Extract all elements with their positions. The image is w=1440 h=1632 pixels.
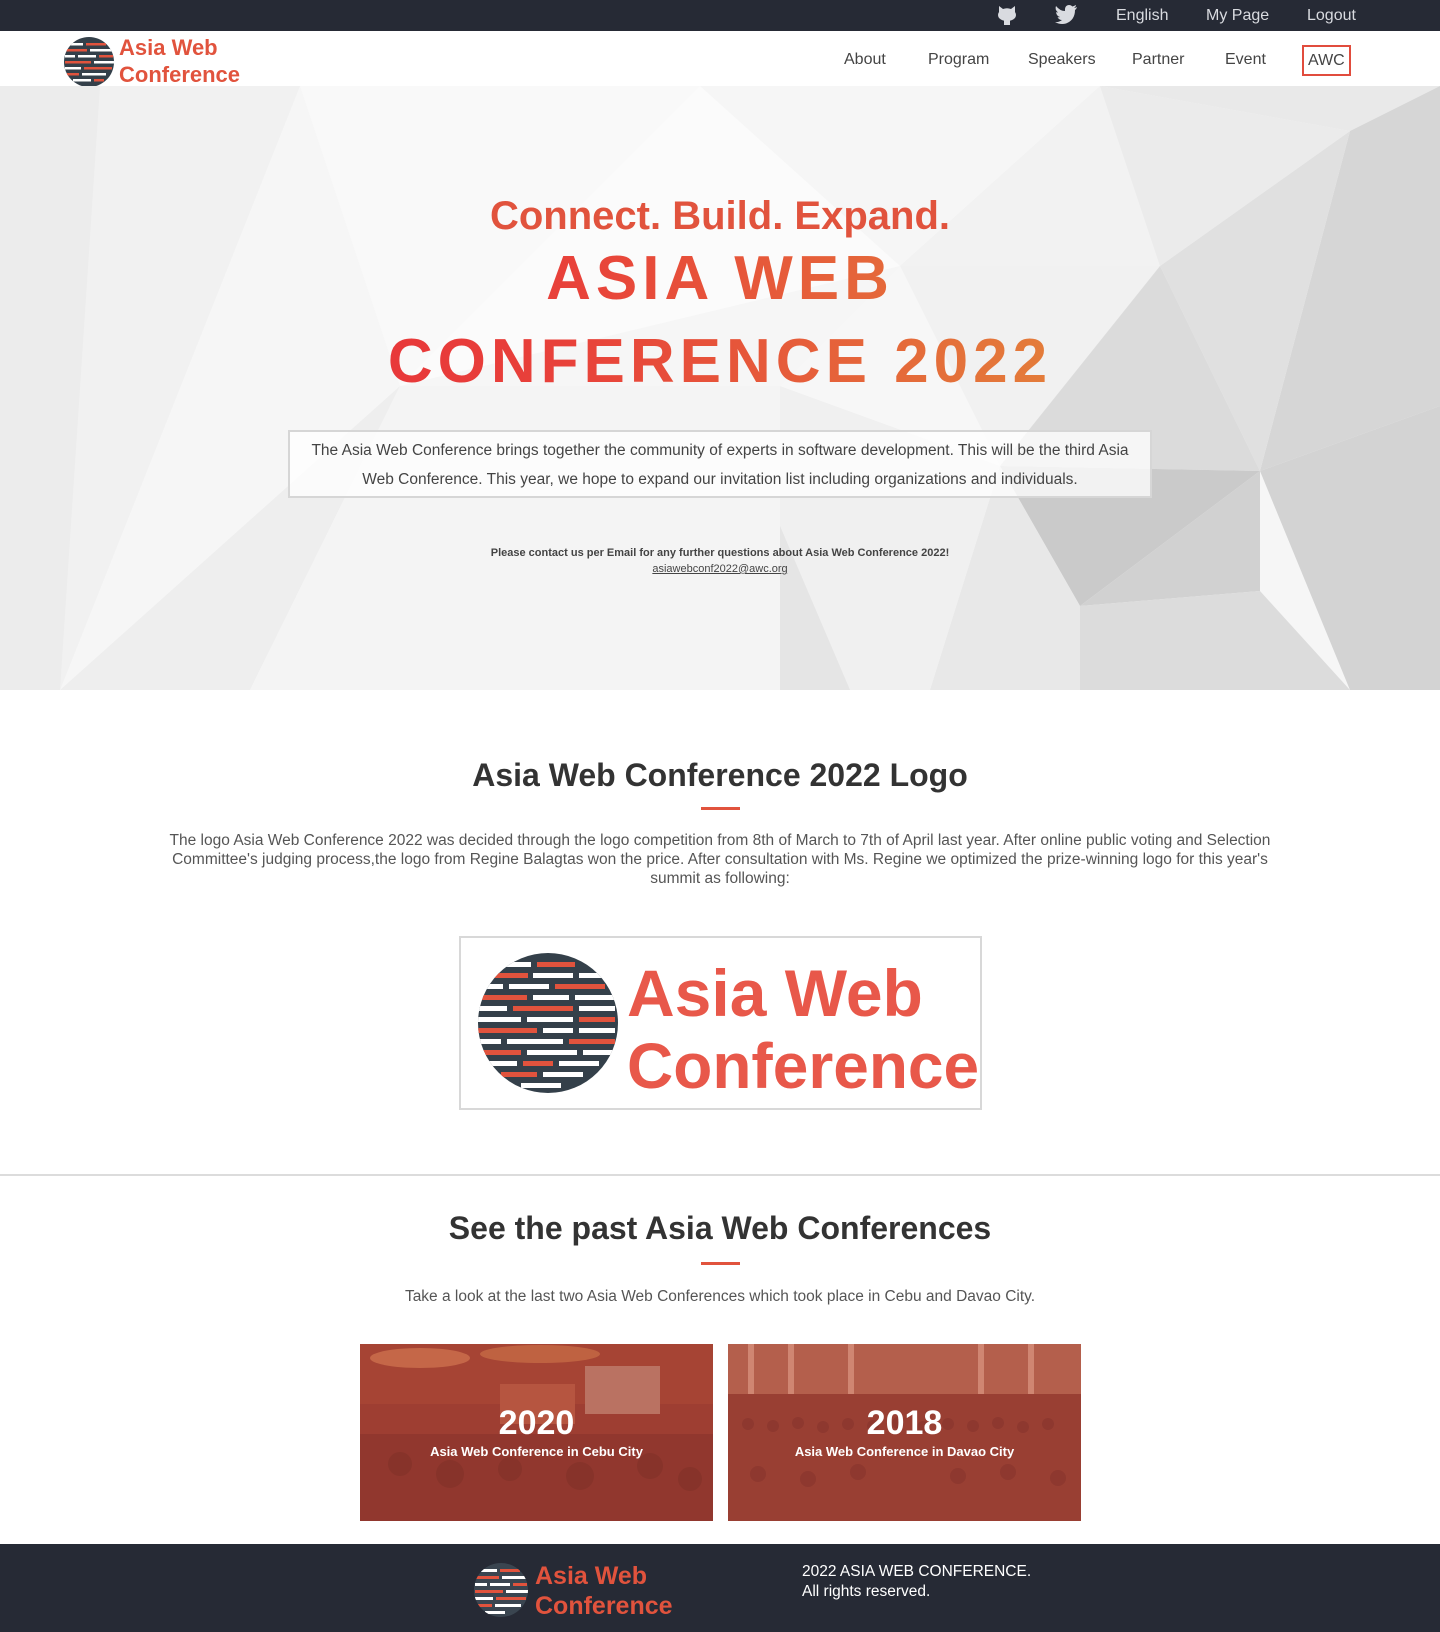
past-section-text: Take a look at the last two Asia Web Con… — [404, 1288, 1036, 1305]
past-conference-card-2020[interactable]: 2020 Asia Web Conference in Cebu City — [360, 1344, 713, 1521]
footer-copyright: 2022 ASIA WEB CONFERENCE. All rights res… — [802, 1562, 1031, 1602]
github-icon[interactable] — [996, 4, 1018, 26]
logo-text-line1: Asia Web — [119, 35, 218, 60]
copyright-line1: 2022 ASIA WEB CONFERENCE. — [802, 1563, 1032, 1580]
conference-logo-box: Asia Web Conference — [459, 936, 982, 1110]
nav-program[interactable]: Program — [928, 51, 989, 69]
site-logo[interactable]: Asia Web Conference — [63, 35, 253, 87]
logo-section-title: Asia Web Conference 2022 Logo — [472, 757, 968, 793]
section-rule — [701, 1262, 740, 1265]
nav-awc[interactable]: AWC — [1302, 45, 1351, 76]
footer-logo-line2: Conference — [535, 1592, 673, 1618]
logo-text-line2: Conference — [119, 62, 240, 87]
card-year: 2020 — [498, 1404, 575, 1442]
hero-intro: The Asia Web Conference brings together … — [288, 430, 1152, 498]
twitter-icon[interactable] — [1054, 4, 1078, 26]
nav-event[interactable]: Event — [1225, 51, 1266, 69]
footer-logo[interactable]: Asia Web Conference — [473, 1560, 673, 1618]
footer: Asia Web Conference 2022 ASIA WEB CONFER… — [0, 1544, 1440, 1632]
card-subtitle: Asia Web Conference in Cebu City — [430, 1444, 643, 1459]
hero-tagline: Connect. Build. Expand. — [489, 194, 951, 238]
logout-link[interactable]: Logout — [1307, 0, 1356, 31]
main-nav: Asia Web Conference About Program Speake… — [0, 31, 1440, 87]
language-selector[interactable]: English — [1116, 0, 1168, 31]
logo-box-text-line1: Asia Web — [627, 956, 923, 1030]
contact-note: Please contact us per Email for any furt… — [490, 547, 950, 559]
hero-title-line2: CONFERENCE 2022 — [0, 326, 1440, 397]
logo-box-text-line2: Conference — [627, 1030, 979, 1102]
nav-about[interactable]: About — [844, 51, 886, 69]
nav-partner[interactable]: Partner — [1132, 51, 1184, 69]
card-year: 2018 — [866, 1404, 943, 1442]
logo-section-text: The logo Asia Web Conference 2022 was de… — [169, 832, 1271, 887]
copyright-line2: All rights reserved. — [802, 1583, 931, 1600]
section-rule — [701, 807, 740, 810]
past-section-title: See the past Asia Web Conferences — [448, 1210, 992, 1246]
past-conference-card-2018[interactable]: 2018 Asia Web Conference in Davao City — [728, 1344, 1081, 1521]
footer-logo-line1: Asia Web — [535, 1562, 647, 1590]
top-bar: English My Page Logout — [0, 0, 1440, 31]
my-page-link[interactable]: My Page — [1206, 0, 1269, 31]
contact-email-link[interactable]: asiawebconf2022@awc.org — [0, 563, 1440, 575]
nav-speakers[interactable]: Speakers — [1028, 51, 1096, 69]
section-divider — [0, 1174, 1440, 1176]
card-subtitle: Asia Web Conference in Davao City — [794, 1444, 1015, 1459]
hero-section: Connect. Build. Expand. ASIA WEB CONFERE… — [0, 86, 1440, 690]
hero-title-line1: ASIA WEB — [0, 243, 1440, 314]
conference-logo: Asia Web Conference — [478, 953, 979, 1102]
